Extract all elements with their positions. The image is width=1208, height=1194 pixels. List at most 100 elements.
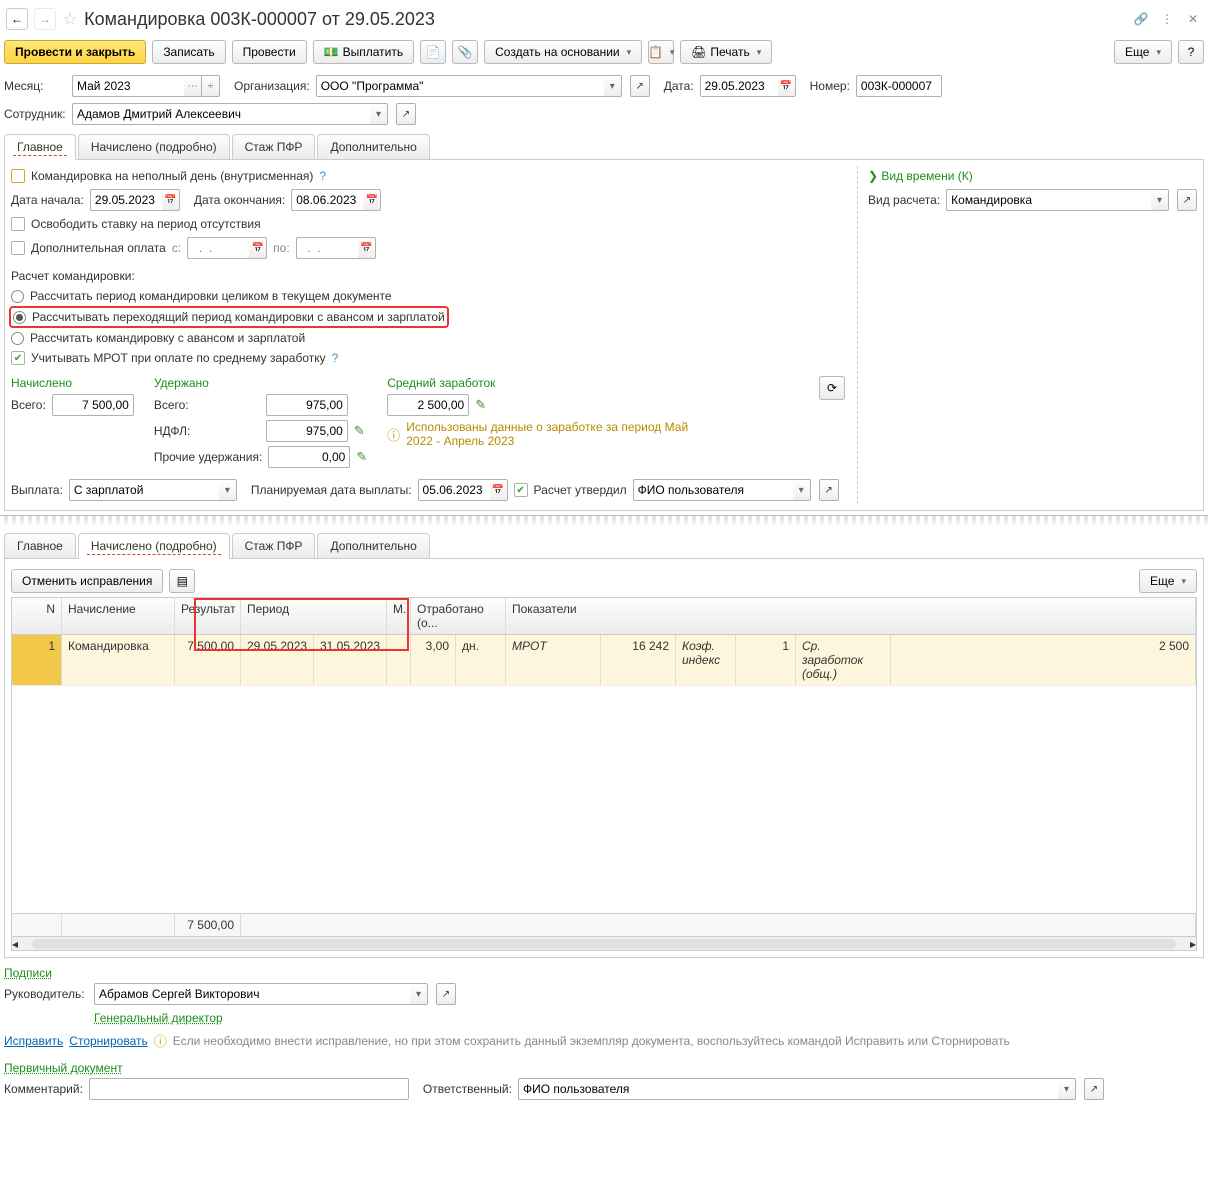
col-accrual: Начисление [62, 598, 175, 634]
h-scrollbar[interactable]: ◂▸ [12, 936, 1196, 950]
actions-note: Если необходимо внести исправление, но п… [173, 1034, 1010, 1048]
end-date-field[interactable]: 📅 [291, 189, 381, 211]
menu-icon[interactable]: ⋮ [1158, 10, 1176, 28]
tab2-pfr[interactable]: Стаж ПФР [232, 533, 316, 558]
primary-doc-link[interactable]: Первичный документ [4, 1061, 123, 1075]
ndfl-field[interactable] [266, 420, 348, 442]
time-kind-link[interactable]: ❯ Вид времени (К) [868, 169, 973, 183]
plan-date-field[interactable]: 📅 [418, 479, 508, 501]
save-button[interactable]: Записать [152, 40, 225, 64]
help-button[interactable]: ? [1178, 40, 1204, 64]
withheld-header: Удержано [154, 376, 367, 390]
manager-open-button[interactable]: ↗ [436, 983, 456, 1005]
refresh-button[interactable]: ⟳ [819, 376, 845, 400]
nav-forward-button[interactable]: → [34, 8, 56, 30]
calc-radio-2[interactable] [13, 311, 26, 324]
partial-day-label: Командировка на неполный день (внутрисме… [31, 169, 313, 183]
org-open-button[interactable]: ↗ [630, 75, 650, 97]
avg-header: Средний заработок [387, 376, 706, 390]
mrot-checkbox[interactable]: ✔ [11, 351, 25, 365]
number-field[interactable] [856, 75, 942, 97]
other-withheld-field[interactable] [268, 446, 350, 468]
info-icon-2: ⓘ [154, 1031, 167, 1050]
post-button[interactable]: Провести [232, 40, 307, 64]
signatures-link[interactable]: Подписи [4, 966, 52, 980]
number-label: Номер: [810, 79, 850, 93]
month-label: Месяц: [4, 79, 66, 93]
help-icon[interactable]: ? [319, 169, 326, 183]
more-button[interactable]: Еще [1114, 40, 1172, 64]
tab2-extra[interactable]: Дополнительно [317, 533, 429, 558]
accrued-header: Начислено [11, 376, 134, 390]
manager-field[interactable]: ▾ [94, 983, 428, 1005]
end-date-label: Дата окончания: [194, 193, 285, 207]
org-field[interactable]: ▾ [316, 75, 622, 97]
calc-radio-1[interactable] [11, 290, 24, 303]
partial-day-checkbox[interactable] [11, 169, 25, 183]
calc-type-open-button[interactable]: ↗ [1177, 189, 1197, 211]
approver-field[interactable]: ▾ [633, 479, 811, 501]
employee-field[interactable]: ▾ [72, 103, 388, 125]
grid-settings-button[interactable]: ▤ [169, 569, 195, 593]
table-row[interactable]: 1 Командировка 7 500,00 29.05.2023 31.05… [12, 635, 1196, 686]
approved-checkbox[interactable]: ✔ [514, 483, 528, 497]
print-button[interactable]: 🖨Печать [680, 40, 772, 64]
col-worked: Отработано (о... [411, 598, 506, 634]
tab-accrued-detail[interactable]: Начислено (подробно) [78, 134, 230, 159]
accrual-grid[interactable]: N Начисление Результат Период М. Отработ… [11, 597, 1197, 951]
employee-open-button[interactable]: ↗ [396, 103, 416, 125]
edit-other-icon[interactable]: ✎ [356, 449, 367, 465]
comment-label: Комментарий: [4, 1082, 83, 1096]
position-link[interactable]: Генеральный директор [94, 1011, 223, 1025]
start-date-field[interactable]: 📅 [90, 189, 180, 211]
extra-to-field[interactable]: 📅 [296, 237, 376, 259]
accrued-total-field[interactable] [52, 394, 134, 416]
month-field[interactable]: ⋯÷ [72, 75, 220, 97]
tab-extra[interactable]: Дополнительно [317, 134, 429, 159]
close-icon[interactable]: ✕ [1184, 10, 1202, 28]
avg-earn-field[interactable] [387, 394, 469, 416]
approver-open-button[interactable]: ↗ [819, 479, 839, 501]
fix-link[interactable]: Исправить [4, 1034, 63, 1048]
withheld-total-field[interactable] [266, 394, 348, 416]
mrot-label: Учитывать МРОТ при оплате по среднему за… [31, 351, 326, 365]
calc-radio-3[interactable] [11, 332, 24, 345]
edit-ndfl-icon[interactable]: ✎ [354, 423, 365, 439]
responsible-label: Ответственный: [423, 1082, 512, 1096]
link-icon[interactable]: 🔗 [1132, 10, 1150, 28]
calc-type-label: Вид расчета: [868, 193, 940, 207]
employee-label: Сотрудник: [4, 107, 66, 121]
col-indicators: Показатели [506, 598, 1196, 634]
footer-sum: 7 500,00 [175, 914, 241, 936]
free-rate-checkbox[interactable] [11, 217, 25, 231]
help-icon-2[interactable]: ? [332, 351, 339, 365]
date-field[interactable]: 📅 [700, 75, 796, 97]
favorite-icon[interactable]: ☆ [62, 9, 78, 30]
tab-main[interactable]: Главное [4, 134, 76, 160]
extra-from-field[interactable]: 📅 [187, 237, 267, 259]
tab2-accrued-detail[interactable]: Начислено (подробно) [78, 533, 230, 559]
nav-back-button[interactable]: ← [6, 8, 28, 30]
tab2-main[interactable]: Главное [4, 533, 76, 558]
payment-label: Выплата: [11, 483, 63, 497]
responsible-open-button[interactable]: ↗ [1084, 1078, 1104, 1100]
approved-label: Расчет утвердил [534, 483, 627, 497]
storno-link[interactable]: Сторнировать [69, 1034, 147, 1048]
pay-button[interactable]: 💵Выплатить [313, 40, 414, 64]
copy-button[interactable]: 📋 [648, 40, 674, 64]
comment-field[interactable] [89, 1078, 409, 1100]
calc-type-field[interactable]: ▾ [946, 189, 1169, 211]
doc-icon-button[interactable]: 📄 [420, 40, 446, 64]
edit-avg-icon[interactable]: ✎ [475, 397, 486, 413]
tab-pfr[interactable]: Стаж ПФР [232, 134, 316, 159]
grid-more-button[interactable]: Еще [1139, 569, 1197, 593]
create-based-button[interactable]: Создать на основании [484, 40, 642, 64]
extra-pay-checkbox[interactable] [11, 241, 25, 255]
post-close-button[interactable]: Провести и закрыть [4, 40, 146, 64]
org-label: Организация: [234, 79, 310, 93]
cancel-fixes-button[interactable]: Отменить исправления [11, 569, 163, 593]
page-title: Командировка 003К-000007 от 29.05.2023 [84, 9, 1126, 30]
payment-field[interactable]: ▾ [69, 479, 237, 501]
attach-button[interactable]: 📎 [452, 40, 478, 64]
responsible-field[interactable]: ▾ [518, 1078, 1076, 1100]
